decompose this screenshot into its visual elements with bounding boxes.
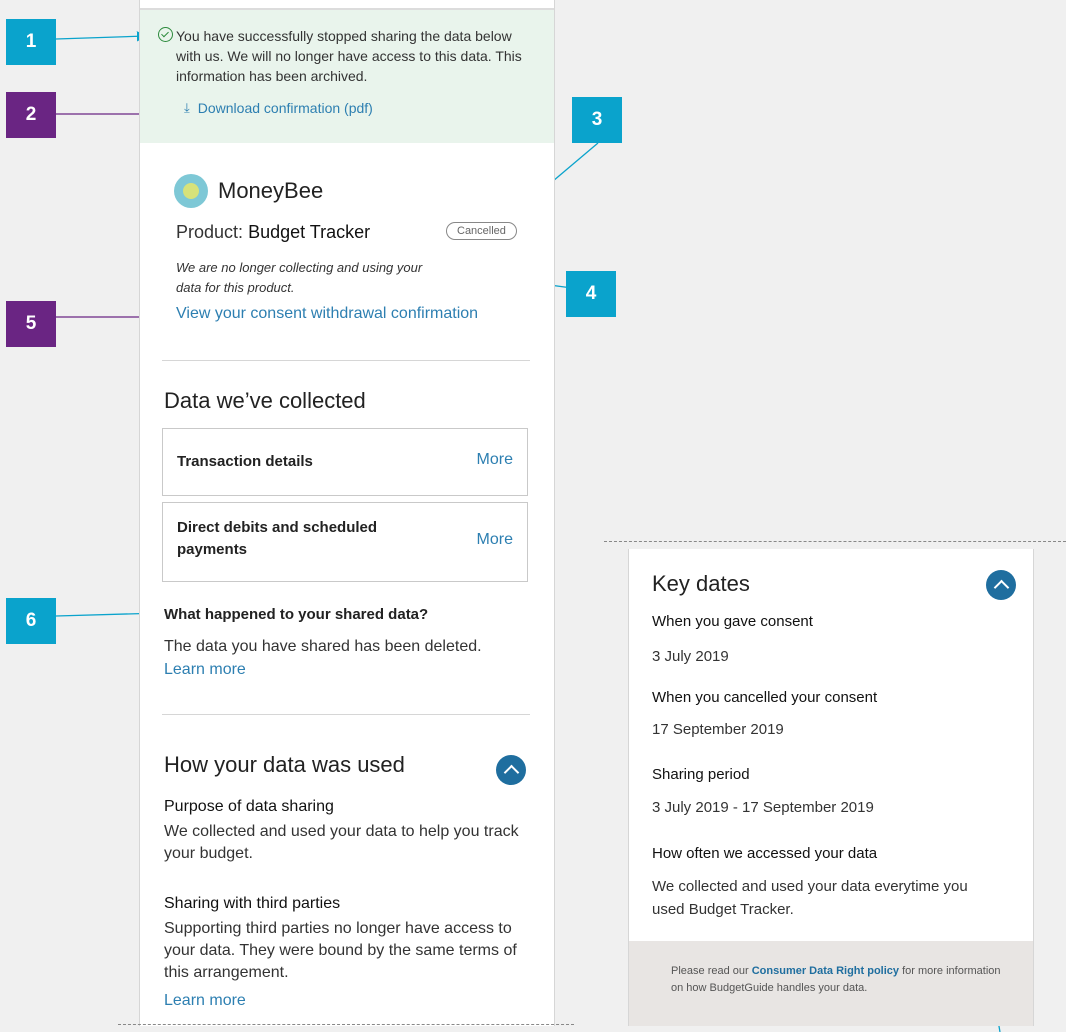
callout-marker-3: 3 — [572, 97, 622, 143]
purpose-text: We collected and used your data to help … — [164, 823, 519, 862]
product-note: We are no longer collecting and using yo… — [176, 260, 423, 295]
divider — [162, 360, 530, 361]
download-confirmation-link[interactable]: ⤓ Download confirmation (pdf) — [184, 100, 373, 116]
product-line: Product: Budget Tracker — [176, 222, 370, 243]
callout-marker-5: 5 — [6, 301, 56, 347]
arrow-1 — [55, 31, 148, 42]
phone-screen: You have successfully stopped sharing th… — [139, 0, 555, 1026]
product-name: Budget Tracker — [248, 222, 371, 242]
chevron-up-icon — [993, 579, 1009, 596]
data-item-direct-debits[interactable]: Direct debits and scheduled payments Mor… — [162, 502, 528, 582]
divider — [162, 714, 530, 715]
brand-name: MoneyBee — [218, 178, 324, 203]
key-date-value: 17 September 2019 — [652, 721, 784, 738]
data-item-transactions[interactable]: Transaction details More — [162, 428, 528, 496]
status-badge: Cancelled — [446, 222, 517, 240]
key-date-value: 3 July 2019 - 17 September 2019 — [652, 799, 874, 816]
policy-link[interactable]: Consumer Data Right policy — [752, 965, 899, 977]
key-dates-panel: Key dates When you gave consent 3 July 2… — [628, 549, 1034, 1026]
callout-marker-4: 4 — [566, 271, 616, 317]
data-item-label: Direct debits and scheduled payments — [177, 519, 378, 558]
consent-withdrawal-link[interactable]: View your consent withdrawal confirmatio… — [176, 305, 478, 323]
key-date-value: We collected and used your data everytim… — [652, 878, 968, 918]
third-parties-text: Supporting third parties no longer have … — [164, 920, 517, 981]
data-item-label: Transaction details — [177, 453, 313, 470]
shared-data-text: The data you have shared has been delete… — [164, 638, 482, 655]
purpose-heading: Purpose of data sharing — [164, 798, 334, 815]
key-dates-heading: Key dates — [652, 571, 750, 596]
policy-text: Please read our Consumer Data Right poli… — [671, 965, 1001, 994]
callout-marker-1: 1 — [6, 19, 56, 65]
success-banner: You have successfully stopped sharing th… — [140, 10, 554, 143]
usage-heading: How your data was used — [164, 752, 405, 777]
learn-more-link[interactable]: Learn more — [164, 992, 246, 1010]
collapse-button[interactable] — [496, 755, 526, 785]
policy-footer: Please read our Consumer Data Right poli… — [629, 941, 1033, 1026]
cut-line — [118, 1024, 574, 1025]
more-link[interactable]: More — [477, 451, 513, 469]
check-circle-icon — [158, 27, 173, 42]
banner-message: You have successfully stopped sharing th… — [176, 28, 522, 84]
collapse-button[interactable] — [986, 570, 1016, 600]
callout-marker-6: 6 — [6, 598, 56, 644]
download-icon: ⤓ — [184, 100, 190, 115]
moneybee-logo — [174, 174, 208, 208]
callout-marker-2: 2 — [6, 92, 56, 138]
more-link[interactable]: More — [477, 531, 513, 549]
key-date-value: 3 July 2019 — [652, 648, 729, 665]
learn-more-link[interactable]: Learn more — [164, 661, 246, 679]
chevron-up-icon — [503, 764, 519, 781]
third-parties-heading: Sharing with third parties — [164, 895, 341, 912]
data-collected-heading: Data we’ve collected — [164, 388, 366, 413]
product-label: Product: — [176, 222, 244, 242]
shared-data-heading: What happened to your shared data? — [164, 606, 429, 623]
key-date-label: How often we accessed your data — [652, 845, 878, 862]
cut-line — [604, 541, 1066, 542]
download-label: Download confirmation (pdf) — [197, 100, 373, 116]
key-date-label: Sharing period — [652, 766, 750, 783]
key-date-label: When you cancelled your consent — [652, 689, 878, 706]
top-bar — [140, 0, 554, 10]
key-date-label: When you gave consent — [652, 613, 813, 630]
